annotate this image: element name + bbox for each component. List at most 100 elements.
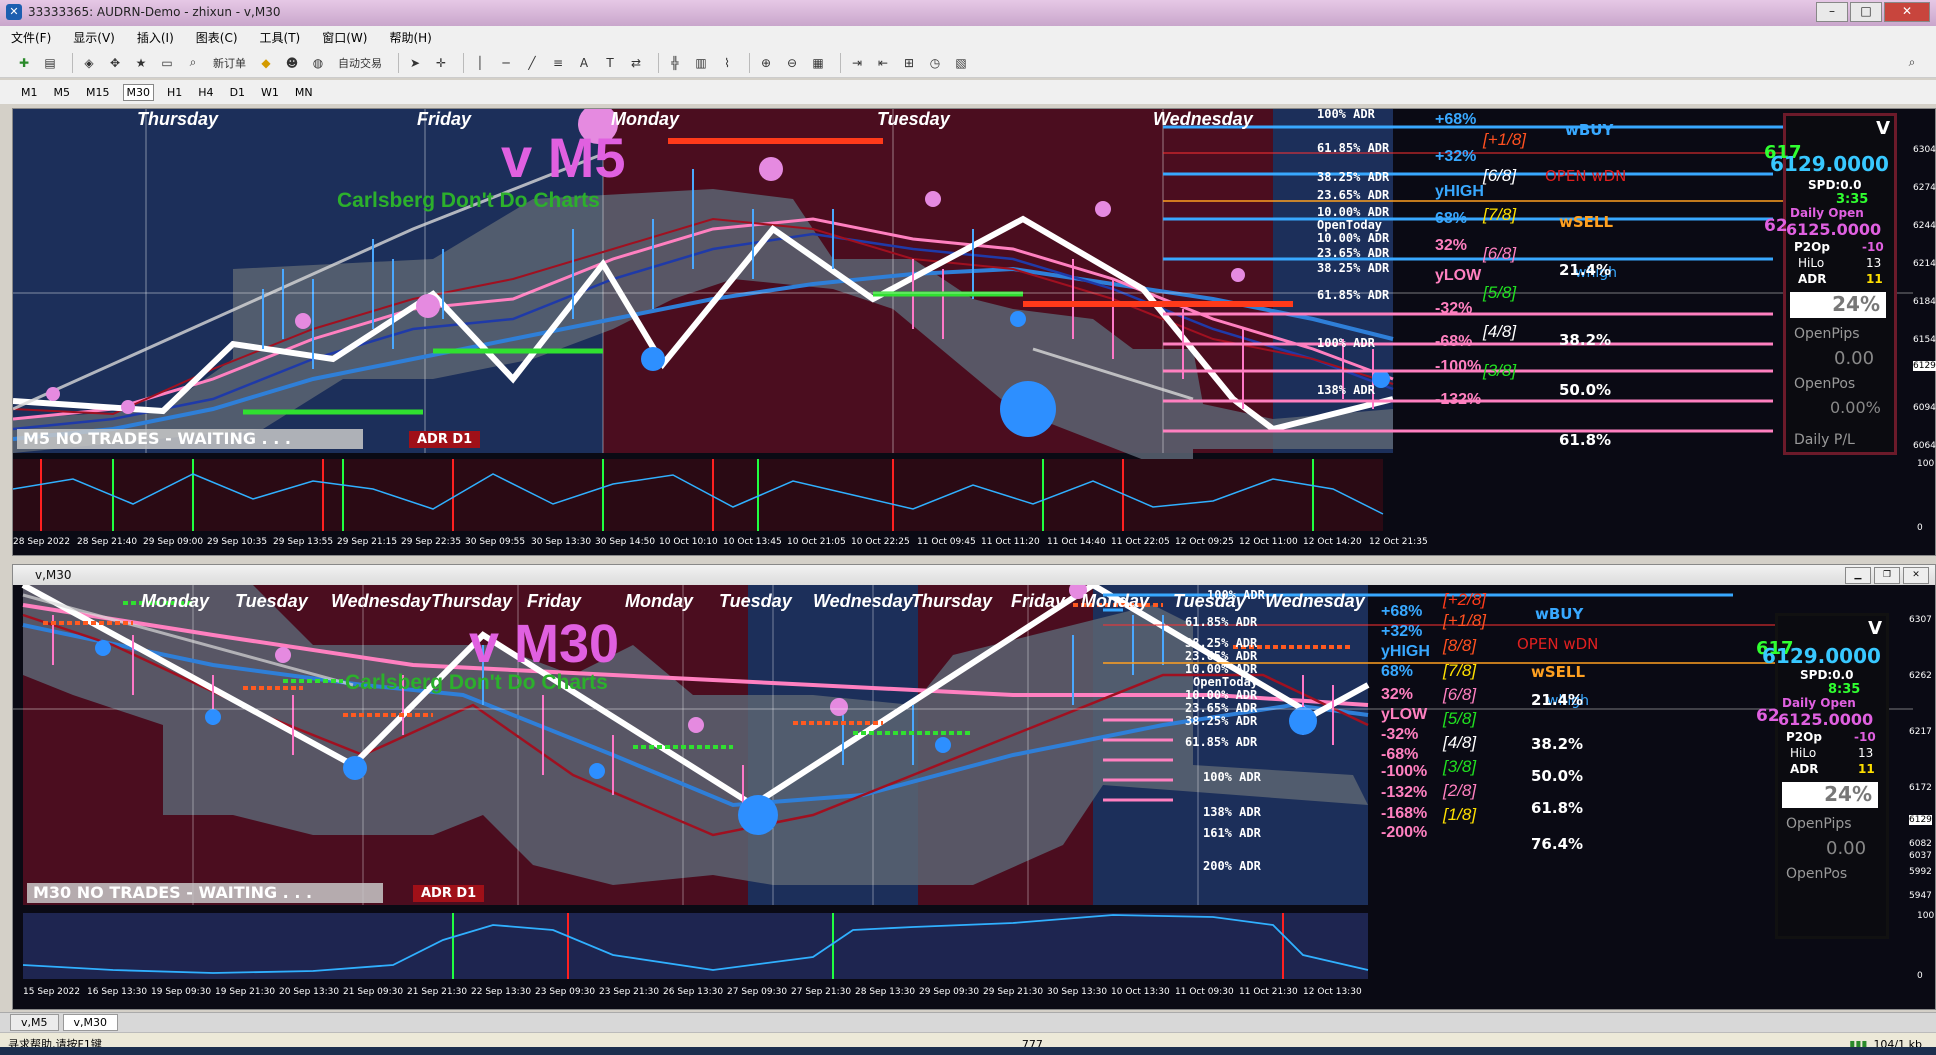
cursor-icon[interactable]: ➤: [405, 53, 425, 73]
globe-icon[interactable]: ◍: [308, 53, 328, 73]
time-tick: 21 Sep 09:30: [343, 987, 404, 997]
daily-open-label: Daily Open: [1790, 206, 1864, 220]
vertical-line-icon[interactable]: │: [470, 53, 490, 73]
menu-window[interactable]: 窗口(W): [322, 29, 367, 46]
time-tick: 10 Oct 13:30: [1111, 987, 1170, 997]
eighth-level: [+1/8]: [1483, 130, 1527, 149]
chart-restore-button[interactable]: ❐: [1874, 567, 1900, 584]
openpips-label: OpenPips: [1786, 816, 1852, 832]
timeframe-mn[interactable]: MN: [292, 85, 316, 100]
candle-chart-icon[interactable]: ▥: [691, 53, 711, 73]
search-icon[interactable]: ⌕: [1902, 53, 1922, 73]
time-tick: 30 Sep 13:30: [531, 537, 592, 547]
chart-shift-icon[interactable]: ⇤: [873, 53, 893, 73]
metaeditor-icon[interactable]: ◆: [256, 53, 276, 73]
chart-window-titlebar: v,M30 ▁ ❐ ✕: [13, 565, 1935, 585]
tab-m5[interactable]: v,M5: [10, 1014, 59, 1031]
timeframe-m30[interactable]: M30: [122, 83, 154, 101]
data-window-icon[interactable]: ✥: [105, 53, 125, 73]
time-tick: 29 Sep 10:35: [207, 537, 268, 547]
indicators-icon[interactable]: ⊞: [899, 53, 919, 73]
daily-open-prefix: 62: [1756, 706, 1780, 726]
menu-charts[interactable]: 图表(C): [196, 29, 238, 46]
line-chart-icon[interactable]: ⌇: [717, 53, 737, 73]
strategy-tester-icon[interactable]: ⌕: [183, 53, 203, 73]
terminal-icon[interactable]: ▭: [157, 53, 177, 73]
channel-icon[interactable]: ≡: [548, 53, 568, 73]
crosshair-icon[interactable]: ✛: [431, 53, 451, 73]
panel-v: V: [1868, 618, 1882, 639]
day-label: Wednesday: [1153, 109, 1253, 129]
navigator-icon[interactable]: ★: [131, 53, 151, 73]
pct-level: +68%: [1381, 603, 1423, 620]
timeframe-m1[interactable]: M1: [18, 85, 41, 100]
text-tool-icon[interactable]: A: [574, 53, 594, 73]
price-tick: 6037: [1909, 851, 1932, 861]
adr-levels: 100% ADR 61.85% ADR 38.25% ADR 23.65% AD…: [1185, 589, 1265, 873]
time-tick: 10 Oct 22:25: [851, 537, 910, 547]
price-scale: 6304 6274 6244 6214 6184 6154 6129 6094 …: [1913, 109, 1936, 453]
day-label: Tuesday: [719, 591, 792, 611]
adr-percent: 24%: [1782, 782, 1878, 808]
market-watch-icon[interactable]: ◈: [79, 53, 99, 73]
adr-levels: 100% ADR 61.85% ADR 38.25% ADR 23.65% AD…: [1317, 107, 1389, 398]
signal-wbuy: wBUY: [1535, 605, 1584, 623]
adr-label: ADR: [1790, 762, 1819, 776]
timeframe-w1[interactable]: W1: [258, 85, 282, 100]
menu-view[interactable]: 显示(V): [73, 29, 115, 46]
maximize-button[interactable]: □: [1850, 2, 1882, 22]
profiles-icon[interactable]: ▤: [40, 53, 60, 73]
menu-file[interactable]: 文件(F): [11, 29, 51, 46]
label-tool-icon[interactable]: T: [600, 53, 620, 73]
time-tick: 22 Sep 13:30: [471, 987, 532, 997]
openpips-label: OpenPips: [1794, 326, 1860, 342]
chart-window-m5[interactable]: Thursday Friday Monday Tuesday Wednesday…: [12, 107, 1936, 556]
chart-minimize-button[interactable]: ▁: [1845, 567, 1871, 584]
new-chart-icon[interactable]: ✚: [14, 53, 34, 73]
day-label: Friday: [1011, 591, 1066, 611]
new-order-button[interactable]: 新订单: [209, 53, 250, 73]
price-tick: 6184: [1913, 297, 1936, 307]
openpos-label: OpenPos: [1794, 376, 1856, 392]
time-axis: 28 Sep 2022 28 Sep 21:40 29 Sep 09:00 29…: [13, 537, 1913, 553]
time-tick: 20 Sep 13:30: [279, 987, 340, 997]
day-label: Wednesday: [331, 591, 431, 611]
timeframe-d1[interactable]: D1: [227, 85, 248, 100]
trendline-icon[interactable]: ╱: [522, 53, 542, 73]
time-tick: 12 Oct 14:20: [1303, 537, 1362, 547]
p2op-value: -10: [1862, 240, 1884, 254]
timeframe-m5[interactable]: M5: [51, 85, 74, 100]
bar-chart-icon[interactable]: ╬: [665, 53, 685, 73]
arrows-tool-icon[interactable]: ⇄: [626, 53, 646, 73]
horizontal-line-icon[interactable]: ─: [496, 53, 516, 73]
time-tick: 11 Oct 09:30: [1175, 987, 1234, 997]
minimize-button[interactable]: –: [1816, 2, 1848, 22]
chart-close-button[interactable]: ✕: [1903, 567, 1929, 584]
menu-help[interactable]: 帮助(H): [389, 29, 431, 46]
periods-icon[interactable]: ◷: [925, 53, 945, 73]
info-panel: V 617 6129.0000 SPD:0.0 3:35 Daily Open …: [1764, 113, 1897, 455]
chart-window-m30[interactable]: v,M30 ▁ ❐ ✕ Monday Tuesday Wednesday Thu…: [12, 564, 1936, 1010]
auto-trade-button[interactable]: 自动交易: [334, 53, 386, 73]
menu-tools[interactable]: 工具(T): [260, 29, 301, 46]
auto-scroll-icon[interactable]: ⇥: [847, 53, 867, 73]
chart-canvas-m30[interactable]: [13, 585, 1935, 1009]
timeframe-h1[interactable]: H1: [164, 85, 185, 100]
eighth-level: [8/8]: [1443, 636, 1477, 655]
day-label: Thursday: [431, 591, 513, 611]
templates-icon[interactable]: ▧: [951, 53, 971, 73]
timeframe-m15[interactable]: M15: [83, 85, 113, 100]
user-icon[interactable]: ☻: [282, 53, 302, 73]
tab-m30[interactable]: v,M30: [62, 1014, 118, 1031]
tile-windows-icon[interactable]: ▦: [808, 53, 828, 73]
zoom-out-icon[interactable]: ⊖: [782, 53, 802, 73]
menu-insert[interactable]: 插入(I): [137, 29, 174, 46]
price-tick: 6304: [1913, 145, 1936, 155]
fib-level: 21.4%: [1531, 691, 1584, 709]
adr-level: 10.00% ADR: [1317, 231, 1390, 245]
zoom-in-icon[interactable]: ⊕: [756, 53, 776, 73]
chart-canvas-m5[interactable]: [13, 109, 1935, 555]
signal-wbuy: wBUY: [1565, 121, 1614, 139]
timeframe-h4[interactable]: H4: [195, 85, 216, 100]
close-button[interactable]: ✕: [1884, 2, 1930, 22]
